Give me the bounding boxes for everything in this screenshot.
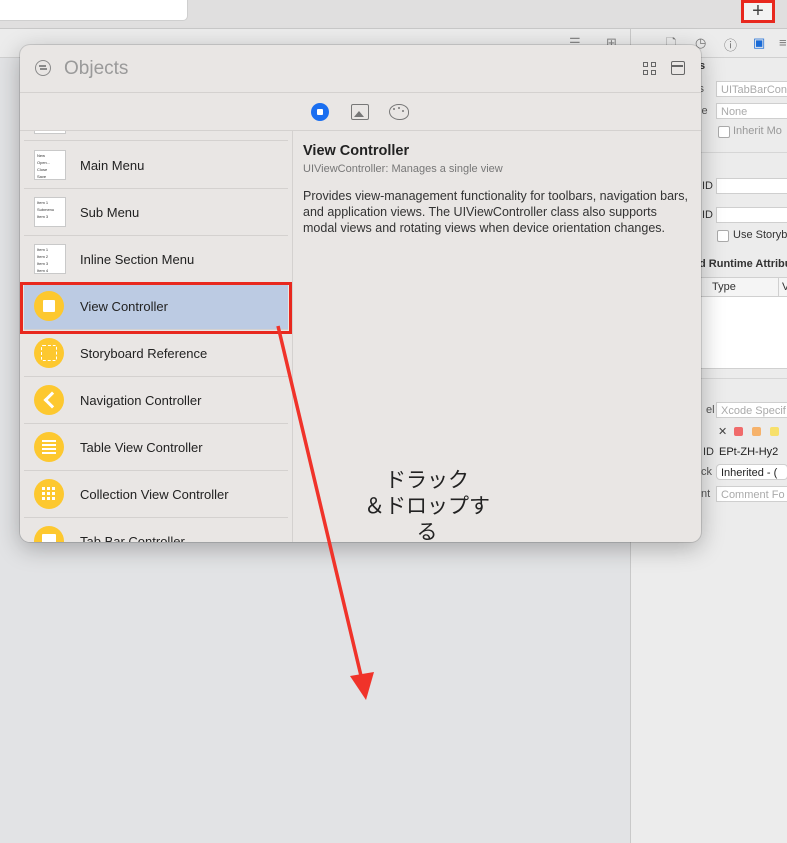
drag-arrow: [276, 325, 374, 700]
arrow-line: [276, 325, 364, 681]
arrow-head: [350, 672, 374, 700]
